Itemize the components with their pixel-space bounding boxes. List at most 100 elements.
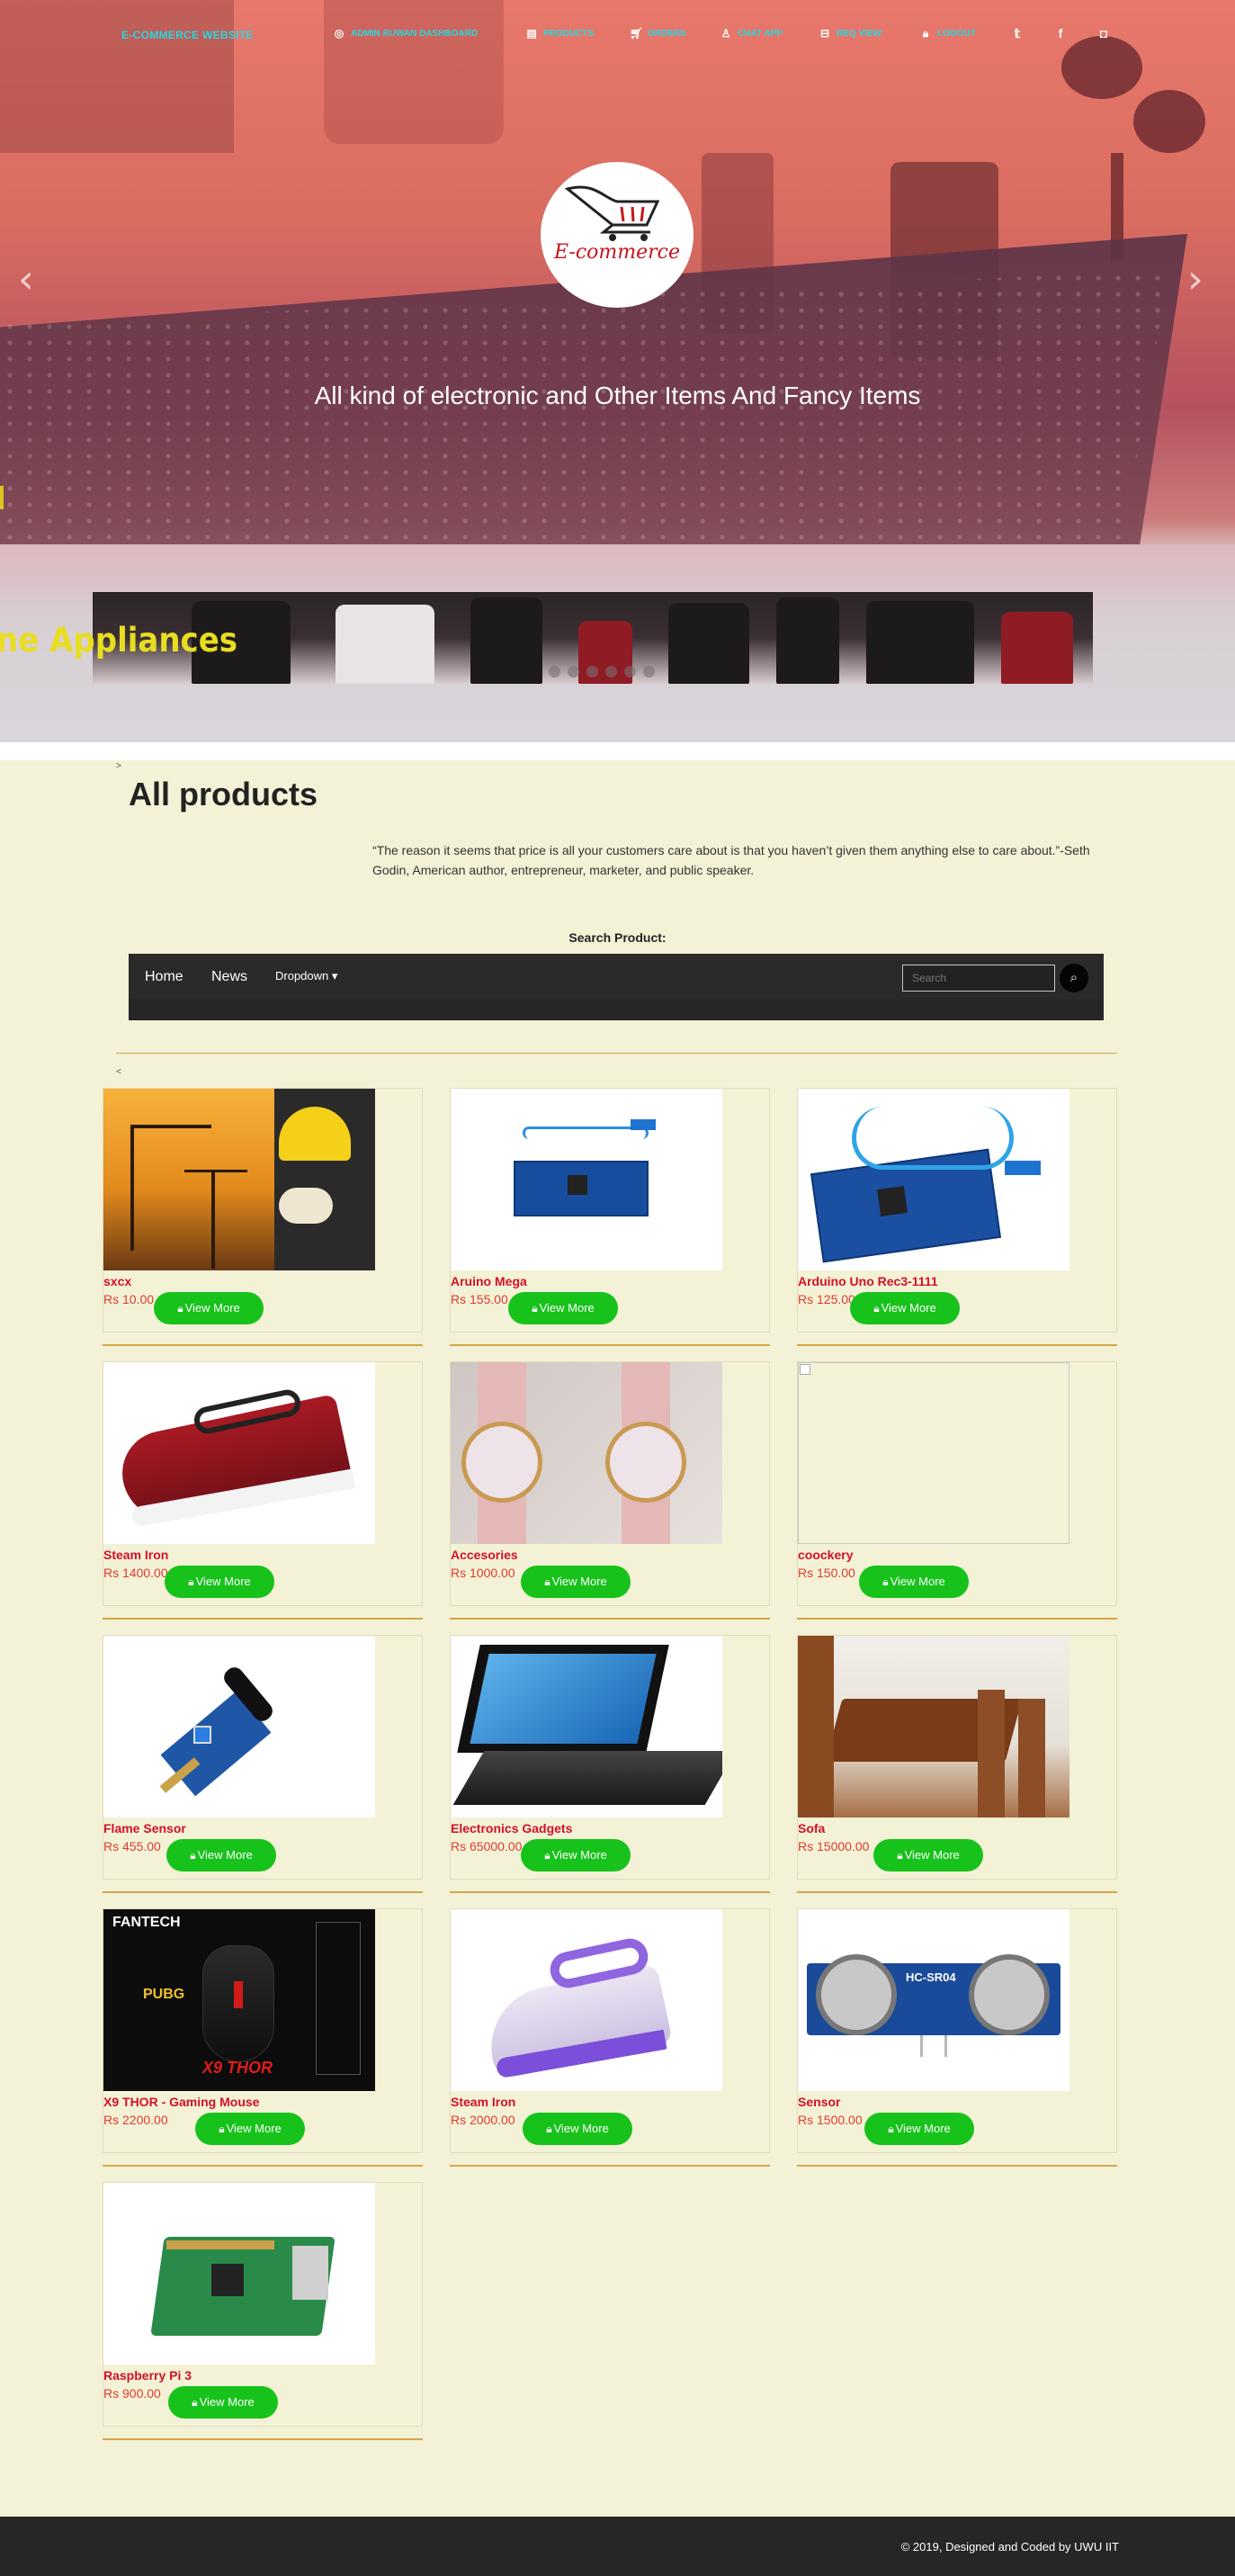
product-price: Rs 2000.00	[451, 2113, 515, 2127]
nav-products[interactable]: ▤ PRODUCTS	[525, 27, 594, 40]
product-name: Electronics Gadgets	[451, 1821, 573, 1836]
view-more-label: View More	[184, 1301, 240, 1315]
product-price: Rs 155.00	[451, 1292, 508, 1306]
lock-icon: 🔒︎	[177, 1302, 183, 1315]
lock-icon: 🔒︎	[922, 27, 929, 40]
cart-logo-icon	[564, 185, 660, 241]
product-image	[798, 1089, 1069, 1270]
view-more-button[interactable]: 🔒︎ View More	[523, 2113, 632, 2145]
facebook-icon[interactable]: f	[1052, 25, 1069, 41]
view-more-button[interactable]: 🔒︎ View More	[873, 1839, 983, 1871]
product-card: Aruino Mega Rs 155.00 🔒︎ View More	[450, 1088, 770, 1333]
nav-req-view[interactable]: ⊟ REQ VIEW	[819, 27, 882, 40]
nav-label: REQ VIEW	[837, 28, 882, 39]
product-card: FANTECH X9 THOR PUBG X9 THOR - Gaming Mouse…	[103, 1908, 423, 2153]
carousel-prev-arrow[interactable]: ‹	[18, 256, 34, 302]
fan-image	[1061, 36, 1142, 99]
view-more-label: View More	[881, 1301, 936, 1315]
carousel-dot[interactable]	[643, 666, 655, 678]
lock-icon: 🔒︎	[882, 1575, 889, 1588]
footer: © 2019, Designed and Coded by UWU IIT	[0, 2517, 1235, 2576]
view-more-label: View More	[895, 2122, 951, 2135]
product-name: Raspberry Pi 3	[103, 2368, 192, 2383]
lock-icon: 🔒︎	[873, 1302, 880, 1315]
product-image	[798, 1362, 1069, 1544]
product-card: Arduino Uno Rec3-1111 Rs 125.00 🔒︎ View Mor…	[797, 1088, 1117, 1333]
page-title: All products	[129, 776, 318, 812]
product-price: Rs 1000.00	[451, 1566, 515, 1580]
navbar-home-link[interactable]: Home	[145, 969, 183, 985]
navbar-news-link[interactable]: News	[211, 969, 247, 985]
product-price: Rs 1500.00	[798, 2113, 863, 2127]
product-image	[103, 1636, 375, 1818]
view-more-button[interactable]: 🔒︎ View More	[508, 1292, 618, 1324]
product-name: Steam Iron	[451, 2095, 516, 2109]
view-more-button[interactable]: 🔒︎ View More	[850, 1292, 960, 1324]
divider	[116, 1053, 1117, 1054]
navbar-dropdown[interactable]: Dropdown ▾	[275, 969, 337, 983]
card-divider	[103, 1891, 423, 1893]
product-image	[103, 1362, 375, 1544]
product-image	[103, 2183, 375, 2365]
product-card: Flame Sensor Rs 455.00 🔒︎ View More	[103, 1635, 423, 1880]
card-divider	[103, 2165, 423, 2167]
card-divider	[797, 2165, 1117, 2167]
card-divider	[103, 1344, 423, 1346]
view-more-button[interactable]: 🔒︎ View More	[521, 1566, 631, 1598]
view-more-button[interactable]: 🔒︎ View More	[168, 2386, 278, 2419]
quote-text: “The reason it seems that price is all y…	[372, 843, 1090, 877]
twitter-icon[interactable]: 𝕥	[1009, 25, 1025, 41]
view-more-label: View More	[539, 1301, 595, 1315]
lock-icon: 🔒︎	[897, 1849, 903, 1862]
product-image: FANTECH X9 THOR PUBG	[103, 1909, 375, 2091]
washer-image	[324, 0, 504, 144]
product-price: Rs 10.00	[103, 1292, 155, 1306]
product-image	[103, 1089, 375, 1270]
product-name: X9 THOR - Gaming Mouse	[103, 2095, 260, 2109]
view-more-button[interactable]: 🔒︎ View More	[859, 1566, 969, 1598]
view-more-label: View More	[195, 1575, 251, 1588]
carousel-next-arrow[interactable]: ›	[1187, 256, 1204, 302]
product-price: Rs 15000.00	[798, 1839, 870, 1853]
carousel-dot[interactable]	[605, 666, 617, 678]
product-name: sxcx	[103, 1274, 132, 1288]
view-more-label: View More	[226, 2122, 282, 2135]
carousel-dot[interactable]	[568, 666, 579, 678]
lock-icon: 🔒︎	[219, 2123, 225, 2135]
person-icon: ♙	[720, 27, 731, 40]
nav-admin-dashboard[interactable]: ◎ ADMIN RUWAN DASHBOARD	[333, 27, 478, 40]
product-image	[451, 1909, 722, 2091]
lock-icon: 🔒︎	[544, 1575, 550, 1588]
carousel-dot[interactable]	[549, 666, 560, 678]
carousel-dot[interactable]	[586, 666, 598, 678]
view-more-button[interactable]: 🔒︎ View More	[166, 1839, 276, 1871]
view-more-button[interactable]: 🔒︎ View More	[165, 1566, 274, 1598]
view-more-label: View More	[553, 2122, 609, 2135]
view-more-label: View More	[890, 1575, 945, 1588]
product-price: Rs 150.00	[798, 1566, 855, 1580]
card-divider	[797, 1344, 1117, 1346]
view-more-button[interactable]: 🔒︎ View More	[521, 1839, 631, 1871]
product-price: Rs 125.00	[798, 1292, 855, 1306]
lock-icon: 🔒︎	[532, 1302, 538, 1315]
nav-orders[interactable]: 🛒︎ ORDERS	[630, 27, 686, 40]
search-input[interactable]	[902, 965, 1055, 992]
view-more-label: View More	[199, 2395, 255, 2409]
view-more-button[interactable]: 🔒︎ View More	[195, 2113, 305, 2145]
instagram-icon[interactable]: ◘	[1096, 25, 1112, 41]
footer-text: © 2019, Designed and Coded by UWU IIT	[900, 2540, 1119, 2554]
nav-logout[interactable]: 🔒︎ LOGOUT	[919, 27, 976, 40]
carousel-indicators[interactable]	[549, 666, 655, 678]
brand-link[interactable]: E-COMMERCE WEBSITE	[121, 29, 254, 41]
nav-chat-app[interactable]: ♙ CHAT APP	[720, 27, 783, 40]
view-more-button[interactable]: 🔒︎ View More	[864, 2113, 974, 2145]
carousel-dot[interactable]	[624, 666, 636, 678]
slide-caption: ne Appliances	[0, 621, 237, 660]
card-divider	[103, 2438, 423, 2440]
caret-down-icon: ▾	[331, 969, 338, 983]
search-button[interactable]: ⌕	[1060, 964, 1088, 992]
card-divider	[450, 1891, 770, 1893]
product-price: Rs 455.00	[103, 1839, 161, 1853]
view-more-button[interactable]: 🔒︎ View More	[154, 1292, 264, 1324]
lock-icon: 🔒︎	[188, 1575, 194, 1588]
